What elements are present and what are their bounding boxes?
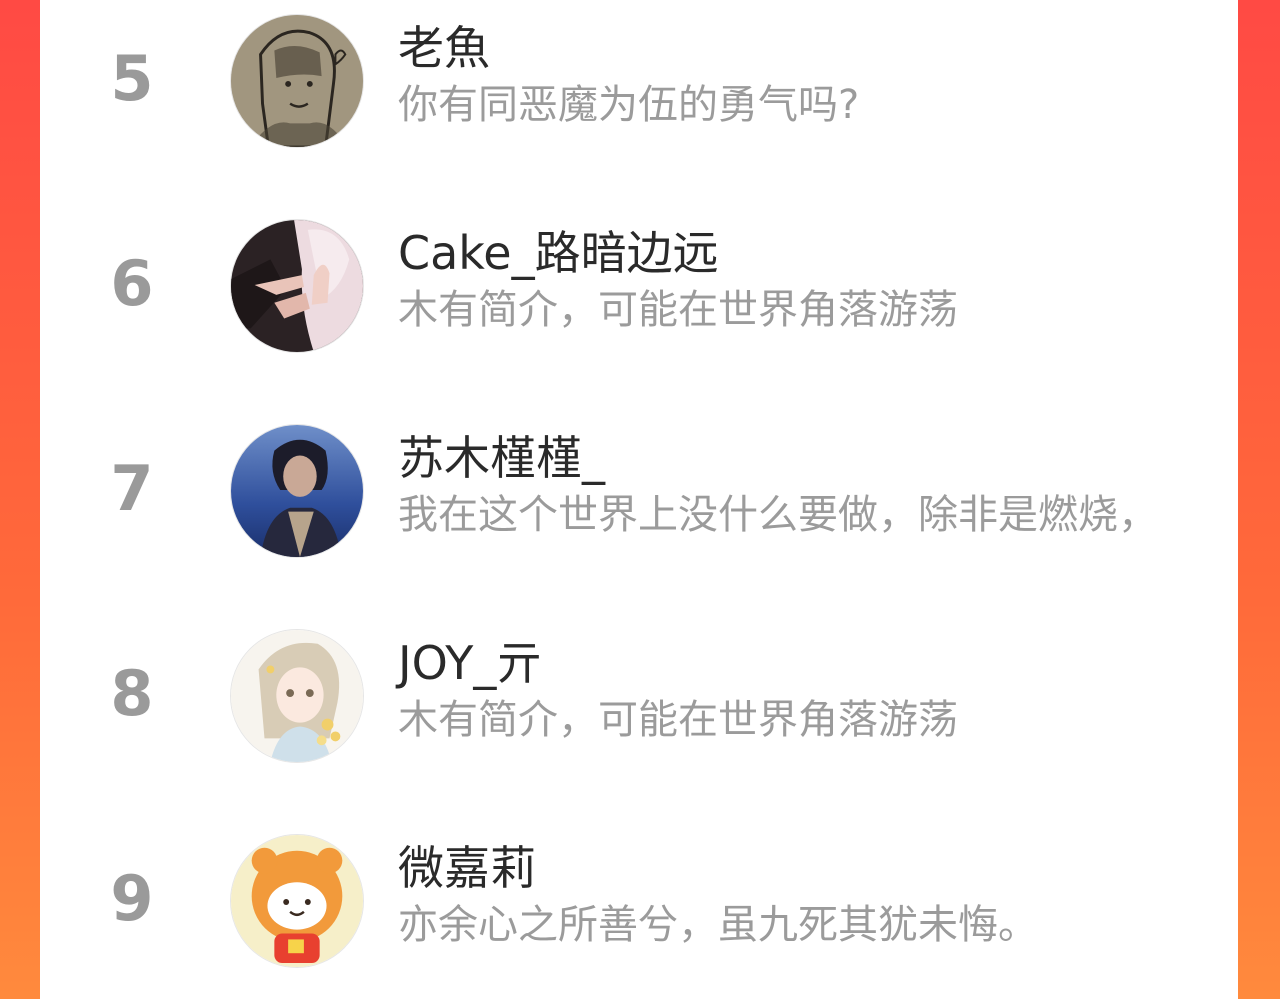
ranking-card: 5 老魚 你有同恶魔为伍的勇气吗? 6 Cake_路暗边远 木有简介，可能在世界… [40,0,1238,999]
list-item[interactable]: 6 Cake_路暗边远 木有简介，可能在世界角落游荡 [40,211,1238,353]
user-name[interactable]: Cake_路暗边远 [398,225,719,281]
user-bio: 木有简介，可能在世界角落游荡 [398,697,958,743]
user-bio: 木有简介，可能在世界角落游荡 [398,287,958,333]
user-bio: 亦余心之所善兮，虽九死其犹未悔。 [398,902,1038,948]
user-name[interactable]: JOY_亓 [398,635,542,691]
hands-avatar-icon [231,220,363,352]
list-item[interactable]: 9 微嘉莉 亦余心之所善兮，虽九死其犹未悔。 [40,826,1238,968]
list-item[interactable]: 8 JOY_亓 木有简介，可能在世界角落游荡 [40,621,1238,763]
rank-number: 6 [110,247,154,320]
tiger-cartoon-avatar-icon [231,835,363,967]
ranking-page: 5 老魚 你有同恶魔为伍的勇气吗? 6 Cake_路暗边远 木有简介，可能在世界… [0,0,1280,999]
sketch-avatar-icon [231,15,363,147]
avatar[interactable] [230,14,364,148]
user-name[interactable]: 苏木槿槿_ [398,430,605,486]
list-item[interactable]: 7 苏木槿槿_ 我在这个世界上没什么要做，除非是燃烧， [40,416,1238,558]
rank-number: 5 [110,42,154,115]
list-item[interactable]: 5 老魚 你有同恶魔为伍的勇气吗? [40,6,1238,148]
user-name[interactable]: 微嘉莉 [398,840,536,896]
user-name[interactable]: 老魚 [398,20,490,76]
user-bio: 你有同恶魔为伍的勇气吗? [398,82,860,128]
avatar[interactable] [230,424,364,558]
avatar[interactable] [230,834,364,968]
avatar[interactable] [230,629,364,763]
rank-number: 8 [110,657,154,730]
rank-number: 9 [110,862,154,935]
anime-girl-avatar-icon [231,630,363,762]
rank-number: 7 [110,452,154,525]
avatar[interactable] [230,219,364,353]
user-bio: 我在这个世界上没什么要做，除非是燃烧， [398,492,1158,538]
blue-portrait-avatar-icon [231,425,363,557]
